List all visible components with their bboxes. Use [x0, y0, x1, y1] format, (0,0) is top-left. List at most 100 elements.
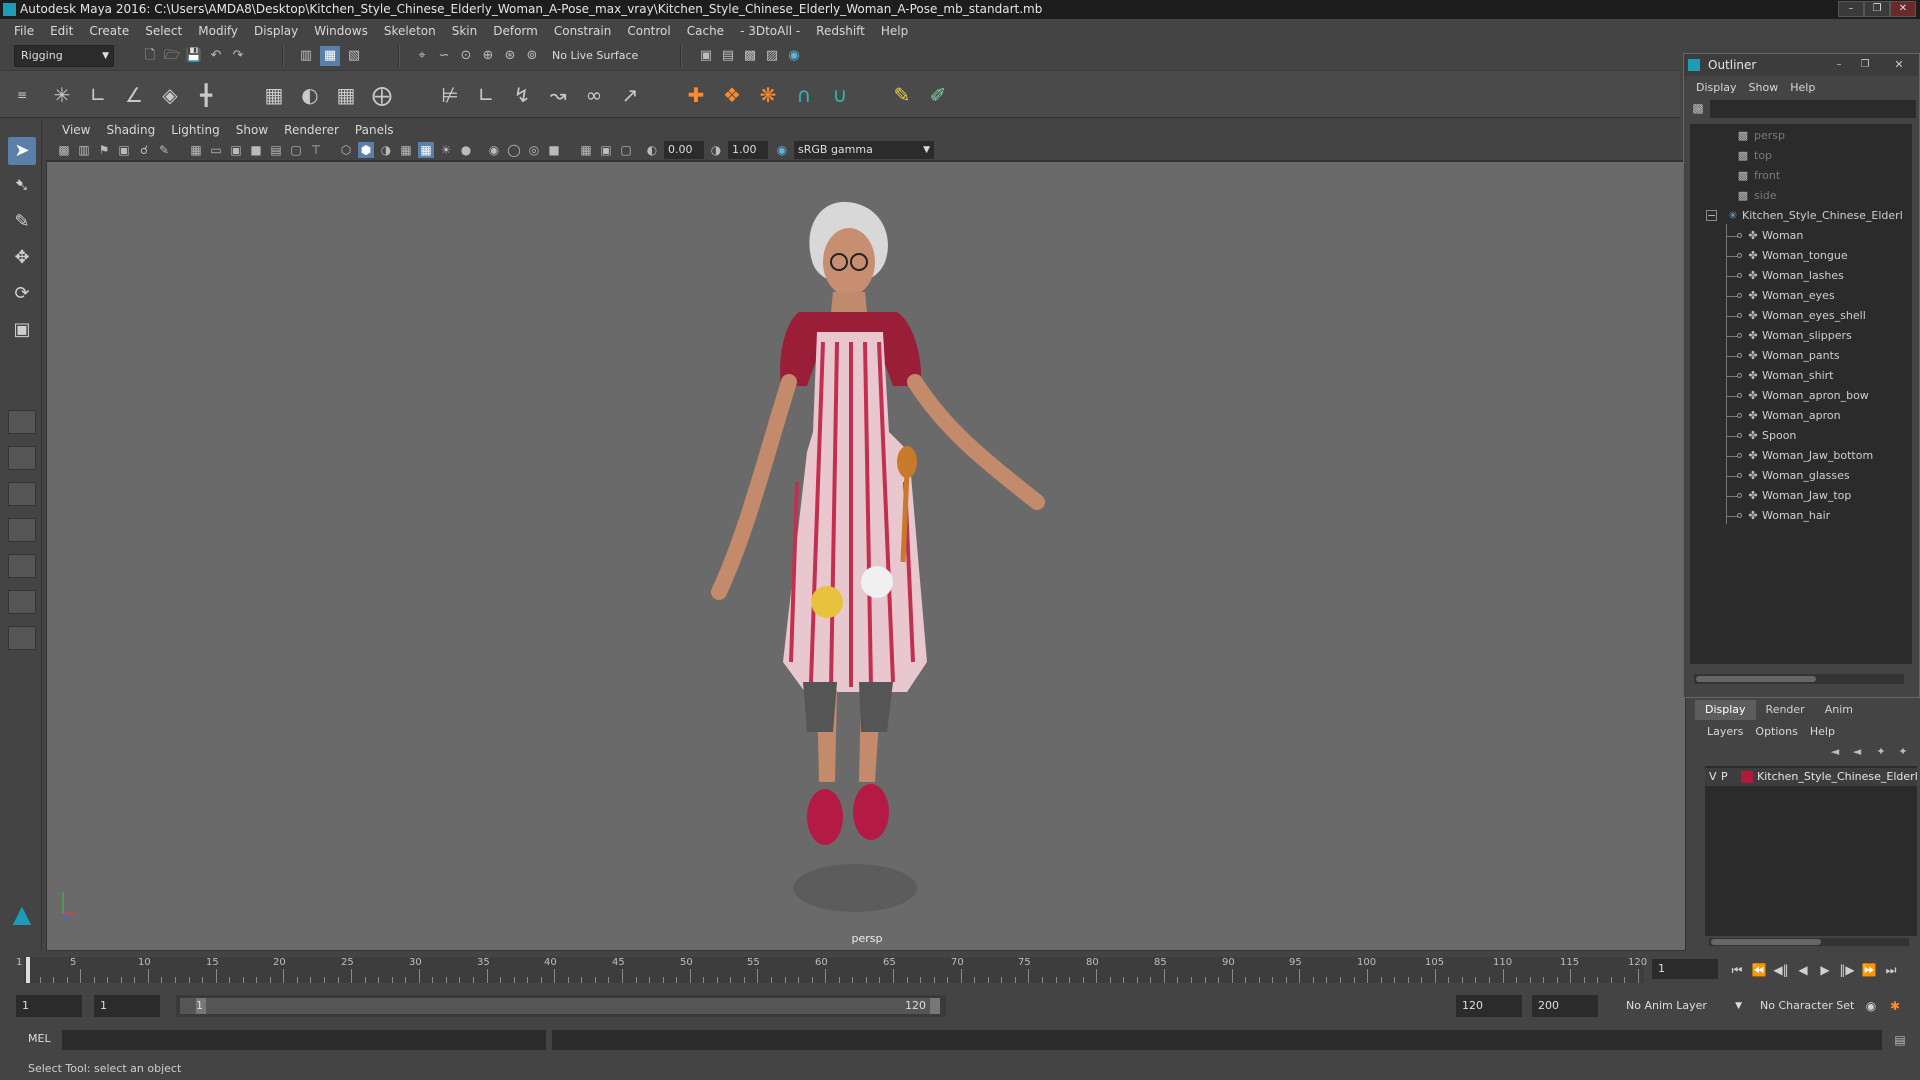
outliner-item[interactable]: ✤ Spoon [1690, 426, 1912, 446]
undo-icon[interactable]: ↶ [206, 46, 226, 66]
bind-skin-icon[interactable]: ▦ [260, 81, 288, 109]
outliner-item[interactable]: ✤ Woman_pants [1690, 346, 1912, 366]
menu-skin[interactable]: Skin [444, 24, 486, 38]
outliner-item[interactable]: ✤ Woman_eyes [1690, 286, 1912, 306]
xray-joints-icon[interactable]: ▣ [598, 142, 614, 158]
outliner-item[interactable]: ✤ Woman_shirt [1690, 366, 1912, 386]
move-layer-down-icon[interactable]: ◄ [1847, 742, 1867, 762]
outliner-scroll-thumb[interactable] [1696, 676, 1816, 682]
menu-edit[interactable]: Edit [42, 24, 81, 38]
close-icon[interactable]: ✕ [1888, 56, 1910, 74]
restore-icon[interactable]: ❐ [1854, 56, 1876, 74]
playback-start-field[interactable]: 1 [94, 995, 160, 1017]
step-back-frame-icon[interactable]: ◀‖ [1772, 961, 1790, 979]
play-forward-icon[interactable]: ▶ [1816, 961, 1834, 979]
gamma-field[interactable]: 1.00 [728, 141, 768, 159]
shelf-menu-icon[interactable]: ≡ [8, 81, 36, 109]
skeleton-icon[interactable]: ❋ [754, 81, 782, 109]
insert-joint-icon[interactable]: ◈ [156, 81, 184, 109]
step-forward-key-icon[interactable]: ⏩ [1860, 961, 1878, 979]
outliner-search-input[interactable] [1710, 100, 1916, 118]
gate-mask-icon[interactable]: ■ [248, 142, 264, 158]
lock-camera-icon[interactable]: ☌ [136, 142, 152, 158]
render-frame-icon[interactable]: ▤ [718, 46, 738, 66]
minimize-icon[interactable]: – [1838, 1, 1864, 17]
tab-display[interactable]: Display [1695, 700, 1756, 720]
character-set-dropdown[interactable]: No Character Set [1754, 995, 1872, 1017]
menuset-dropdown[interactable]: Rigging ▼ [14, 45, 114, 67]
custom-layout-icon[interactable] [8, 626, 36, 650]
new-scene-icon[interactable]: 🗋 [140, 46, 160, 66]
brush-tool-icon[interactable]: ✐ [924, 81, 952, 109]
range-end-grip[interactable] [930, 998, 940, 1014]
minimize-icon[interactable]: – [1828, 56, 1850, 74]
scale-tool-icon[interactable]: ▣ [8, 316, 36, 344]
menu-deform[interactable]: Deform [485, 24, 546, 38]
menu-constrain[interactable]: Constrain [546, 24, 620, 38]
outliner-item[interactable]: ✤ Woman_hair [1690, 506, 1912, 526]
snap-view-icon[interactable]: ⊕ [478, 46, 498, 66]
render-view-icon[interactable]: ▨ [762, 46, 782, 66]
hik-character-icon[interactable]: ∪ [826, 81, 854, 109]
motion-blur-icon[interactable]: ◉ [486, 142, 502, 158]
render-settings-icon[interactable]: ▣ [696, 46, 716, 66]
wireframe-on-shaded-icon[interactable]: ◑ [378, 142, 394, 158]
select-object-icon[interactable]: ▦ [320, 46, 340, 66]
ipr-render-icon[interactable]: ▩ [740, 46, 760, 66]
outliner-item-group[interactable]: − ✳ Kitchen_Style_Chinese_Elderl [1690, 206, 1912, 226]
ik-spline-icon[interactable]: ∠ [120, 81, 148, 109]
parent-constraint-icon[interactable]: ∞ [580, 81, 608, 109]
layer-row[interactable]: V P Kitchen_Style_Chinese_Elderl [1705, 768, 1918, 786]
select-hierarchy-icon[interactable]: ▥ [296, 46, 316, 66]
snap-surface-icon[interactable]: ⊛ [500, 46, 520, 66]
xray-components-icon[interactable]: ▢ [618, 142, 634, 158]
aim-constraint-icon[interactable]: ∟ [472, 81, 500, 109]
go-to-start-icon[interactable]: ⏮ [1728, 961, 1746, 979]
colorspace-dropdown[interactable]: sRGB gamma ▼ [794, 141, 934, 159]
safe-title-icon[interactable]: ⊤ [308, 142, 324, 158]
menu-redshift[interactable]: Redshift [808, 24, 873, 38]
persp-hypershade-layout-icon[interactable] [8, 590, 36, 614]
anim-prefs-icon[interactable]: ✱ [1886, 997, 1904, 1015]
panel-menu-view[interactable]: View [54, 123, 98, 137]
locator-icon[interactable]: ✚ [682, 81, 710, 109]
outliner-item[interactable]: ✤ Woman_apron [1690, 406, 1912, 426]
ik-handle-icon[interactable]: ∟ [84, 81, 112, 109]
select-component-icon[interactable]: ▧ [344, 46, 364, 66]
pose-tool-icon[interactable]: ✎ [888, 81, 916, 109]
persp-graph-layout-icon[interactable] [8, 554, 36, 578]
move-layer-up-icon[interactable]: ◄ [1825, 742, 1845, 762]
menu-control[interactable]: Control [619, 24, 678, 38]
outliner-item-side[interactable]: ▩ side [1690, 186, 1912, 206]
image-plane-icon[interactable]: ▣ [116, 142, 132, 158]
grid-icon[interactable]: ▦ [188, 142, 204, 158]
panel-menu-lighting[interactable]: Lighting [163, 123, 228, 137]
lattice-icon[interactable]: ▦ [332, 81, 360, 109]
anim-layer-dropdown[interactable]: No Anim Layer ▼ [1620, 995, 1746, 1017]
outliner-item[interactable]: ✤ Woman_glasses [1690, 466, 1912, 486]
make-live-icon[interactable]: ⊚ [522, 46, 542, 66]
outliner-item[interactable]: ✤ Woman_apron_bow [1690, 386, 1912, 406]
menu-windows[interactable]: Windows [306, 24, 376, 38]
new-layer-icon[interactable]: ✦ [1871, 742, 1891, 762]
layer-scroll-thumb[interactable] [1711, 939, 1821, 945]
save-scene-icon[interactable]: 💾 [184, 46, 204, 66]
safe-action-icon[interactable]: ▢ [288, 142, 304, 158]
smooth-shade-icon[interactable]: ⬢ [358, 142, 374, 158]
menu-help[interactable]: Help [873, 24, 916, 38]
command-input[interactable] [62, 1030, 546, 1050]
animation-end-field[interactable]: 200 [1532, 995, 1598, 1017]
exposure-field[interactable]: 0.00 [664, 141, 704, 159]
panel-menu-show[interactable]: Show [228, 123, 276, 137]
exposure-icon[interactable]: ◐ [644, 142, 660, 158]
play-backward-icon[interactable]: ◀ [1794, 961, 1812, 979]
open-scene-icon[interactable]: 🗁 [162, 46, 182, 66]
time-slider-bar[interactable]: 1 5 10 15 20 25 30 35 40 45 50 55 60 65 70 75 80 85 90 95 10… [16, 957, 1647, 983]
two-view-layout-icon[interactable] [8, 482, 36, 506]
four-view-layout-icon[interactable] [8, 446, 36, 470]
grease-pencil-icon[interactable]: ✎ [156, 142, 172, 158]
panel-menu-panels[interactable]: Panels [347, 123, 402, 137]
paint-select-icon[interactable]: ✎ [8, 208, 36, 236]
camera-icon[interactable]: ▩ [56, 142, 72, 158]
mirror-joint-icon[interactable]: ╋ [192, 81, 220, 109]
